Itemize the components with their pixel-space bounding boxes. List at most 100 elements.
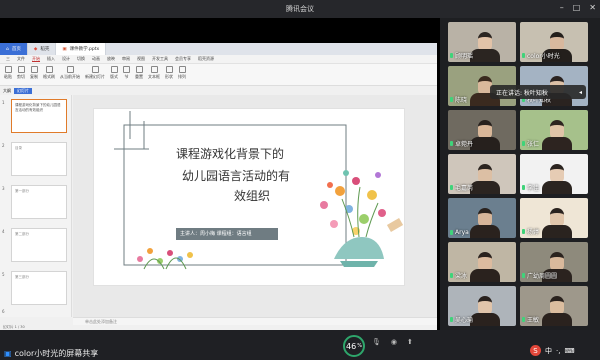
ribbon-button[interactable]: 从当前开始 <box>60 66 80 83</box>
thumb-number: 4 <box>2 229 5 234</box>
thumb-number: 1 <box>2 100 5 105</box>
participant-body <box>470 269 500 282</box>
participant-name: 王敏 <box>522 315 539 324</box>
tab-home[interactable]: ⌂ 首页 <box>0 43 28 55</box>
menu-item[interactable]: 三 <box>6 56 10 62</box>
participant-tile[interactable]: 卓菀丹 <box>448 110 516 150</box>
participant-body <box>470 225 500 238</box>
participant-tile[interactable]: 广幼周圆圆 <box>520 242 588 282</box>
punctuation-icon[interactable]: ·, <box>556 347 560 355</box>
tab-daoke[interactable]: ◆ 稻壳 <box>28 43 57 55</box>
participant-video <box>478 208 492 226</box>
ribbon-button[interactable]: 形状 <box>165 66 173 83</box>
left-pane-tabs: 大纲 幻灯片 <box>0 87 72 95</box>
ribbon-button[interactable]: 重置 <box>135 66 143 83</box>
slide-thumbnail[interactable]: 第一部分 <box>11 185 67 219</box>
tab-document[interactable]: ▣ 课件教学.pptx <box>56 43 107 55</box>
play-icon <box>66 66 74 73</box>
participant-name: 李佳 <box>522 183 539 192</box>
maximize-icon[interactable]: □ <box>573 3 581 12</box>
participant-video <box>478 32 492 50</box>
screen-share-indicator[interactable]: ▣ color小时光的屏幕共享 <box>4 348 98 359</box>
ribbon-button[interactable]: 版式 <box>110 66 118 83</box>
slide-title-line-2: 幼儿园语言活动的有 <box>182 169 291 183</box>
menu-item[interactable]: 设计 <box>62 56 70 62</box>
close-icon[interactable]: ✕ <box>589 3 596 12</box>
slide-title-line-3: 效组织 <box>234 189 271 203</box>
ribbon-button[interactable]: 剪切 <box>17 66 25 83</box>
slide-thumbnail[interactable]: 课程游戏化背景下的幼儿园语言活动的有效组织 <box>11 99 67 133</box>
participant-body <box>470 313 500 326</box>
slide-canvas: 课程游戏化背景下的 幼儿园语言活动的有 效组织 主讲人：周小梅 课程组：语言组 <box>73 95 437 317</box>
participant-tile[interactable]: 顾明瑶 <box>448 22 516 62</box>
participant-body <box>470 137 500 150</box>
tab-outline[interactable]: 大纲 <box>3 88 11 94</box>
participant-tile[interactable]: 杨婷 <box>520 198 588 238</box>
screen-share-icon: ▣ <box>4 349 12 358</box>
participant-name: 张仁 <box>522 139 539 148</box>
section-icon <box>123 66 130 73</box>
slide-thumbnail[interactable]: 第二部分 <box>11 228 67 262</box>
ime-toolbar: S 中 ·, ⌨ <box>530 345 575 356</box>
participant-name: 陈晓 <box>450 95 467 104</box>
participant-name: 梁冰 <box>450 271 467 280</box>
menu-item[interactable]: 文件 <box>17 56 25 62</box>
microphone-icon[interactable]: 🎙 <box>372 338 381 346</box>
mic-icon <box>450 230 453 235</box>
participant-tile[interactable]: 李佳 <box>520 154 588 194</box>
menu-item[interactable]: 开始 <box>32 56 40 62</box>
menu-item[interactable]: 视图 <box>137 56 145 62</box>
mic-icon <box>522 141 525 146</box>
participant-name: color小时光 <box>522 51 560 60</box>
menu-item[interactable]: 动画 <box>92 56 100 62</box>
thumb-number: 5 <box>2 272 5 277</box>
participant-name: 吴心瑜 <box>450 315 473 324</box>
participant-name: 广幼周圆圆 <box>522 271 557 280</box>
ribbon-button[interactable]: 格式刷 <box>43 66 55 83</box>
participant-tile[interactable]: 梁冰 <box>448 242 516 282</box>
ribbon-button[interactable]: 文本框 <box>148 66 160 83</box>
menu-item[interactable]: 放映 <box>107 56 115 62</box>
slide-thumbnail[interactable]: 第三部分 <box>11 271 67 305</box>
tab-slides[interactable]: 幻灯片 <box>14 88 32 94</box>
ribbon-button[interactable]: 新建幻灯片 <box>85 66 105 83</box>
participant-tile[interactable]: 毛嘉芮 <box>448 154 516 194</box>
sogou-icon[interactable]: S <box>530 345 541 356</box>
participant-tile[interactable]: 王敏 <box>520 286 588 326</box>
participant-tile[interactable]: color小时光 <box>520 22 588 62</box>
current-slide[interactable]: 课程游戏化背景下的 幼儿园语言活动的有 效组织 主讲人：周小梅 课程组：语言组 <box>93 108 405 286</box>
ribbon-button[interactable]: 排列 <box>178 66 186 83</box>
mic-icon <box>522 185 525 190</box>
mic-icon <box>450 185 453 190</box>
camera-icon[interactable]: ◉ <box>391 338 397 346</box>
participant-tile[interactable]: 张仁 <box>520 110 588 150</box>
window-title: 腾讯会议 <box>286 5 314 13</box>
menu-item[interactable]: 开发工具 <box>152 56 168 62</box>
menu-item[interactable]: 审阅 <box>122 56 130 62</box>
participant-body <box>542 137 572 150</box>
keyboard-icon[interactable]: ⌨ <box>564 347 574 355</box>
participant-body <box>542 313 572 326</box>
minimize-icon[interactable]: – <box>560 3 564 12</box>
menu-item[interactable]: 稻壳资源 <box>198 56 214 62</box>
ime-language[interactable]: 中 <box>545 346 552 356</box>
participant-name: 毛嘉芮 <box>450 183 473 192</box>
ribbon-button[interactable]: 粘贴 <box>4 66 12 83</box>
mic-icon <box>450 317 453 322</box>
participant-tile[interactable]: Arya <box>448 198 516 238</box>
share-icon[interactable]: ⬆ <box>407 338 413 346</box>
ribbon-button[interactable]: 节 <box>123 66 130 83</box>
participant-name: Arya <box>450 229 469 236</box>
participant-tile[interactable]: 吴心瑜 <box>448 286 516 326</box>
menu-item[interactable]: 切换 <box>77 56 85 62</box>
shape-icon <box>165 66 173 73</box>
menu-item[interactable]: 会员专享 <box>175 56 191 62</box>
ribbon-button[interactable]: 复制 <box>30 66 38 83</box>
menu-item[interactable]: 插入 <box>47 56 55 62</box>
notes-pane[interactable]: 单击此处添加备注 <box>73 317 437 325</box>
ribbon-toolbar: 粘贴 剪切 复制 格式刷 从当前开始 新建幻灯片 版式 节 重置 文本框 形状 … <box>0 64 437 86</box>
slide-thumbnail[interactable]: 目录 <box>11 142 67 176</box>
participant-body <box>542 225 572 238</box>
thumb-number: 2 <box>2 143 5 148</box>
slide-subtitle: 主讲人：周小梅 课程组：语言组 <box>180 231 252 237</box>
